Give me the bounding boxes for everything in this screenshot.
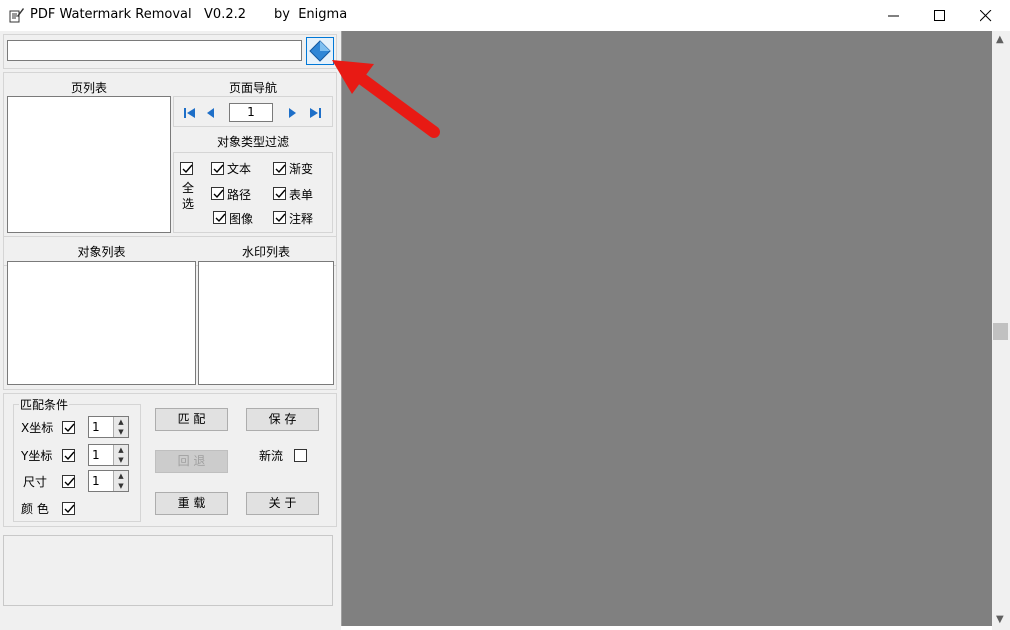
new-stream-checkbox[interactable] (294, 449, 307, 462)
filter-annotation-label: 注释 (289, 212, 314, 226)
minimize-button[interactable] (871, 0, 917, 31)
app-pencil-icon (9, 8, 24, 23)
log-box (3, 535, 333, 606)
minimize-icon (888, 15, 899, 17)
filter-text-label: 文本 (227, 162, 252, 176)
spin-down-icon[interactable]: ▼ (114, 427, 128, 437)
pdf-viewer[interactable] (341, 31, 992, 626)
first-page-icon[interactable] (183, 106, 197, 120)
scroll-up-icon[interactable]: ▲ (996, 34, 1004, 45)
color-label: 颜 色 (21, 502, 49, 516)
checkmark-icon (213, 164, 224, 174)
last-page-icon[interactable] (308, 106, 322, 120)
filter-form-checkbox[interactable] (273, 187, 286, 200)
checkmark-icon (213, 189, 224, 199)
y-coord-label: Y坐标 (21, 449, 53, 463)
about-button[interactable]: 关 于 (246, 492, 319, 515)
scroll-thumb[interactable] (993, 323, 1008, 340)
page-list-header: 页列表 (70, 81, 107, 95)
control-panel: 页列表 页面导航 1 对象类型过滤 全选 文本 渐变 路径 表单 图像 注释 对… (0, 31, 341, 630)
spin-up-icon[interactable]: ▲ (114, 445, 128, 455)
checkmark-icon (64, 423, 75, 433)
checkmark-icon (275, 213, 286, 223)
spin-down-icon[interactable]: ▼ (114, 455, 128, 465)
checkmark-icon (64, 504, 75, 514)
window-title: PDF Watermark Removal V0.2.2 (30, 7, 246, 22)
size-checkbox[interactable] (62, 475, 75, 488)
checkmark-icon (64, 451, 75, 461)
watermark-list-header: 水印列表 (241, 245, 290, 259)
close-icon (980, 10, 992, 22)
author-label: by Enigma (274, 7, 348, 22)
filter-path-label: 路径 (227, 188, 252, 202)
new-stream-label: 新流 (259, 449, 284, 463)
y-coord-value: 1 (92, 448, 100, 462)
size-label: 尺寸 (23, 475, 48, 489)
x-coord-value: 1 (92, 420, 100, 434)
filter-image-checkbox[interactable] (213, 211, 226, 224)
filter-image-label: 图像 (229, 212, 254, 226)
reload-button[interactable]: 重 载 (155, 492, 228, 515)
spin-up-icon[interactable]: ▲ (114, 417, 128, 427)
x-coord-checkbox[interactable] (62, 421, 75, 434)
color-checkbox[interactable] (62, 502, 75, 515)
y-coord-checkbox[interactable] (62, 449, 75, 462)
filter-form-label: 表单 (289, 188, 314, 202)
page-number-input[interactable]: 1 (229, 103, 273, 122)
filter-gradient-checkbox[interactable] (273, 162, 286, 175)
scroll-down-icon[interactable]: ▼ (996, 614, 1004, 625)
filter-annotation-checkbox[interactable] (273, 211, 286, 224)
undo-button[interactable]: 回 退 (155, 450, 228, 473)
checkmark-icon (215, 213, 226, 223)
select-all-label: 全选 (182, 181, 195, 211)
save-button[interactable]: 保 存 (246, 408, 319, 431)
object-list-header: 对象列表 (77, 245, 126, 259)
match-button[interactable]: 匹 配 (155, 408, 228, 431)
nav-header: 页面导航 (228, 81, 277, 95)
filter-header: 对象类型过滤 (216, 135, 289, 149)
title-bar: PDF Watermark Removal V0.2.2 by Enigma (0, 0, 1010, 31)
spin-down-icon[interactable]: ▼ (114, 481, 128, 491)
object-list[interactable] (7, 261, 196, 385)
filter-path-checkbox[interactable] (211, 187, 224, 200)
checkmark-icon (64, 477, 75, 487)
watermark-list[interactable] (198, 261, 334, 385)
checkmark-icon (275, 189, 286, 199)
file-path-input[interactable] (7, 40, 302, 61)
checkmark-icon (182, 164, 193, 174)
open-file-icon (309, 40, 331, 62)
next-page-icon[interactable] (285, 106, 299, 120)
x-coord-spinner[interactable]: 1 ▲ ▼ (88, 416, 129, 438)
page-list[interactable] (7, 96, 171, 233)
x-coord-label: X坐标 (21, 421, 54, 435)
size-spinner[interactable]: 1 ▲ ▼ (88, 470, 129, 492)
filter-text-checkbox[interactable] (211, 162, 224, 175)
spin-up-icon[interactable]: ▲ (114, 471, 128, 481)
size-value: 1 (92, 474, 100, 488)
maximize-icon (934, 10, 945, 21)
select-all-checkbox[interactable] (180, 162, 193, 175)
vertical-scrollbar[interactable]: ▲ ▼ (992, 31, 1010, 630)
maximize-button[interactable] (917, 0, 963, 31)
checkmark-icon (275, 164, 286, 174)
match-conditions-header: 匹配条件 (19, 396, 70, 413)
open-file-button[interactable] (306, 37, 334, 65)
y-coord-spinner[interactable]: 1 ▲ ▼ (88, 444, 129, 466)
filter-gradient-label: 渐变 (289, 162, 314, 176)
close-button[interactable] (963, 0, 1009, 31)
prev-page-icon[interactable] (204, 106, 218, 120)
